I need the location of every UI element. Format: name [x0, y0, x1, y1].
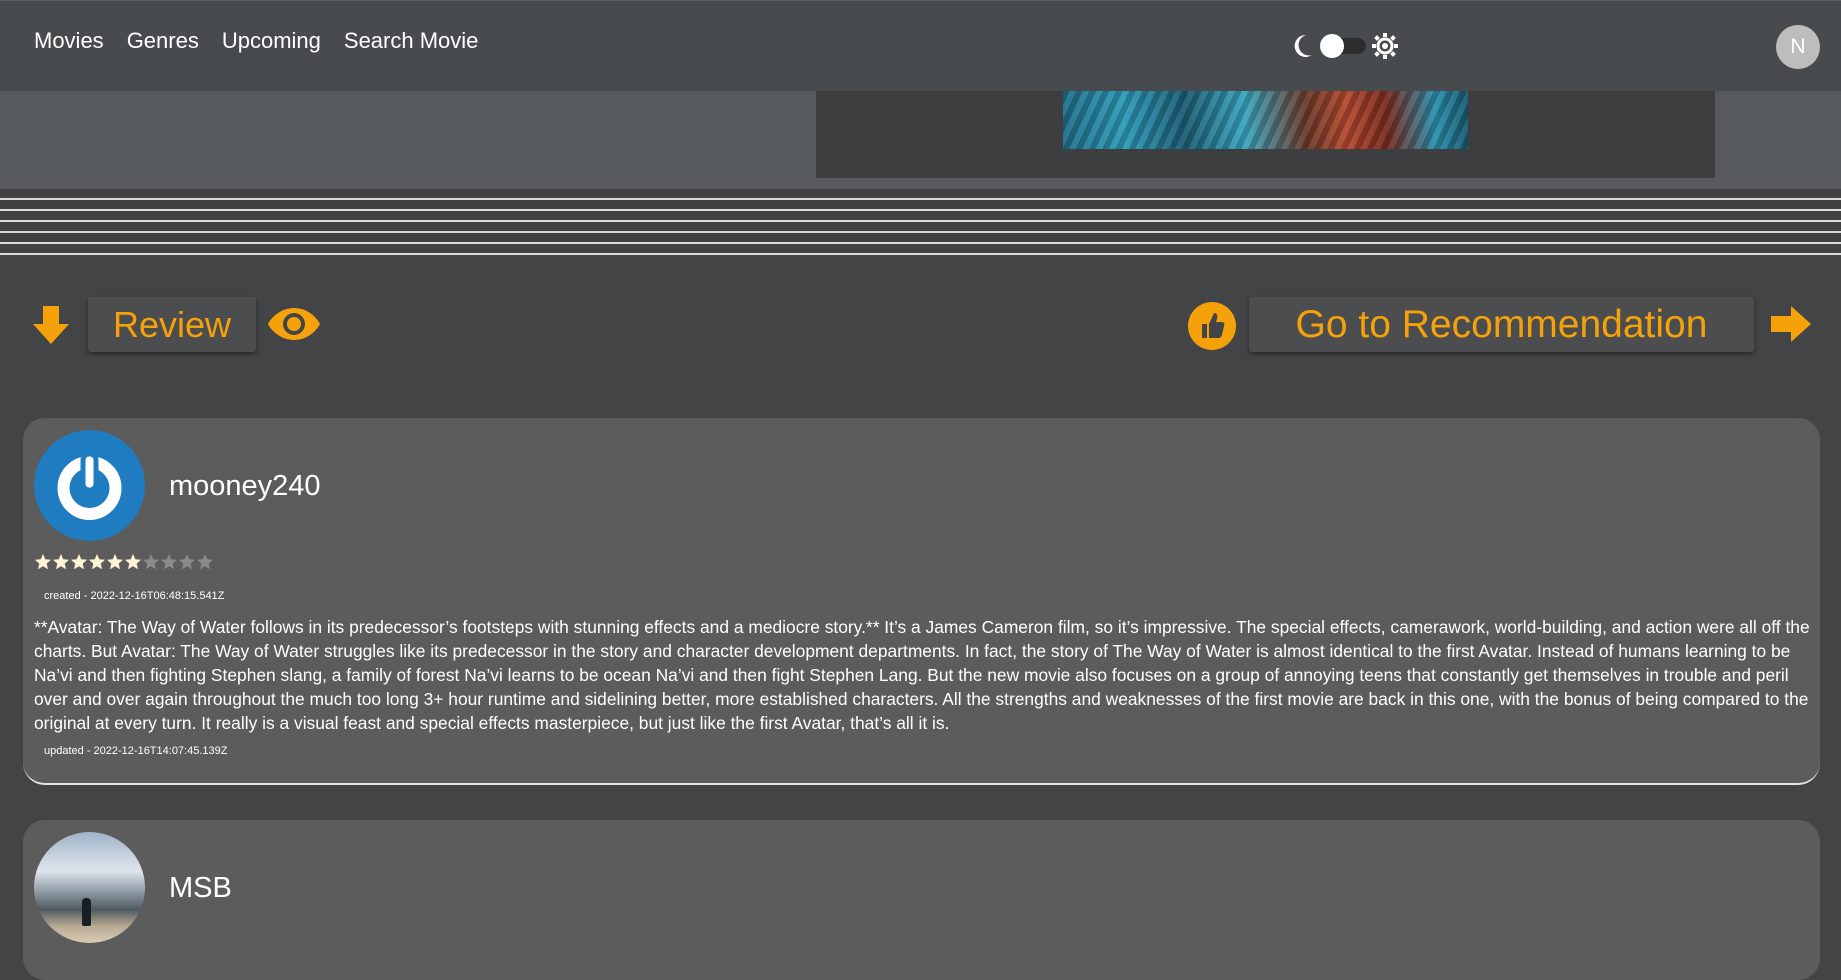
person-silhouette	[82, 898, 91, 926]
star-filled-icon	[125, 554, 141, 570]
updated-date: updated - 2022-12-16T14:07:45.139Z	[44, 745, 228, 757]
eye-icon[interactable]	[268, 306, 320, 342]
star-filled-icon	[107, 554, 123, 570]
action-row: Review Go to Recommendation	[0, 296, 1841, 356]
theme-switch-knob	[1320, 34, 1344, 58]
nav-link-genres[interactable]: Genres	[127, 27, 199, 55]
top-navbar: Movies Genres Upcoming Search Movie N	[0, 0, 1841, 91]
author-avatar	[34, 430, 145, 541]
nav-link-upcoming[interactable]: Upcoming	[222, 27, 321, 55]
star-empty-icon	[143, 554, 159, 570]
nav-links: Movies Genres Upcoming Search Movie	[34, 27, 501, 55]
star-filled-icon	[35, 554, 51, 570]
thumbs-up-icon[interactable]	[1188, 302, 1236, 350]
sun-icon	[1372, 33, 1398, 59]
star-empty-icon	[197, 554, 213, 570]
arrow-down-icon[interactable]	[33, 306, 69, 344]
author-name: MSB	[169, 872, 232, 904]
moon-icon	[1294, 34, 1312, 57]
star-filled-icon	[89, 554, 105, 570]
movie-hero	[0, 91, 1841, 189]
arrow-right-icon[interactable]	[1771, 306, 1811, 342]
nav-link-movies[interactable]: Movies	[34, 27, 104, 55]
author-avatar	[34, 832, 145, 943]
star-filled-icon	[53, 554, 69, 570]
backdrop-panel	[816, 91, 1715, 178]
power-logo-icon	[34, 430, 145, 541]
user-avatar[interactable]: N	[1776, 25, 1820, 69]
theme-switch[interactable]	[1320, 34, 1366, 58]
divider-stripes	[0, 189, 1841, 255]
theme-toggle[interactable]	[1292, 33, 1398, 59]
star-rating	[34, 553, 214, 571]
review-content: **Avatar: The Way of Water follows in it…	[34, 617, 1810, 733]
review-button[interactable]: Review	[88, 297, 256, 352]
author-name: mooney240	[169, 470, 321, 502]
star-empty-icon	[179, 554, 195, 570]
star-filled-icon	[71, 554, 87, 570]
nav-link-search-movie[interactable]: Search Movie	[344, 27, 479, 55]
review-card: mooney240 created - 2022-12-16T06:48:15.…	[23, 418, 1820, 785]
movie-backdrop-image	[1063, 91, 1468, 149]
star-empty-icon	[161, 554, 177, 570]
created-date: created - 2022-12-16T06:48:15.541Z	[44, 590, 225, 602]
go-to-recommendation-button[interactable]: Go to Recommendation	[1249, 297, 1754, 352]
review-card: MSB	[23, 820, 1820, 980]
